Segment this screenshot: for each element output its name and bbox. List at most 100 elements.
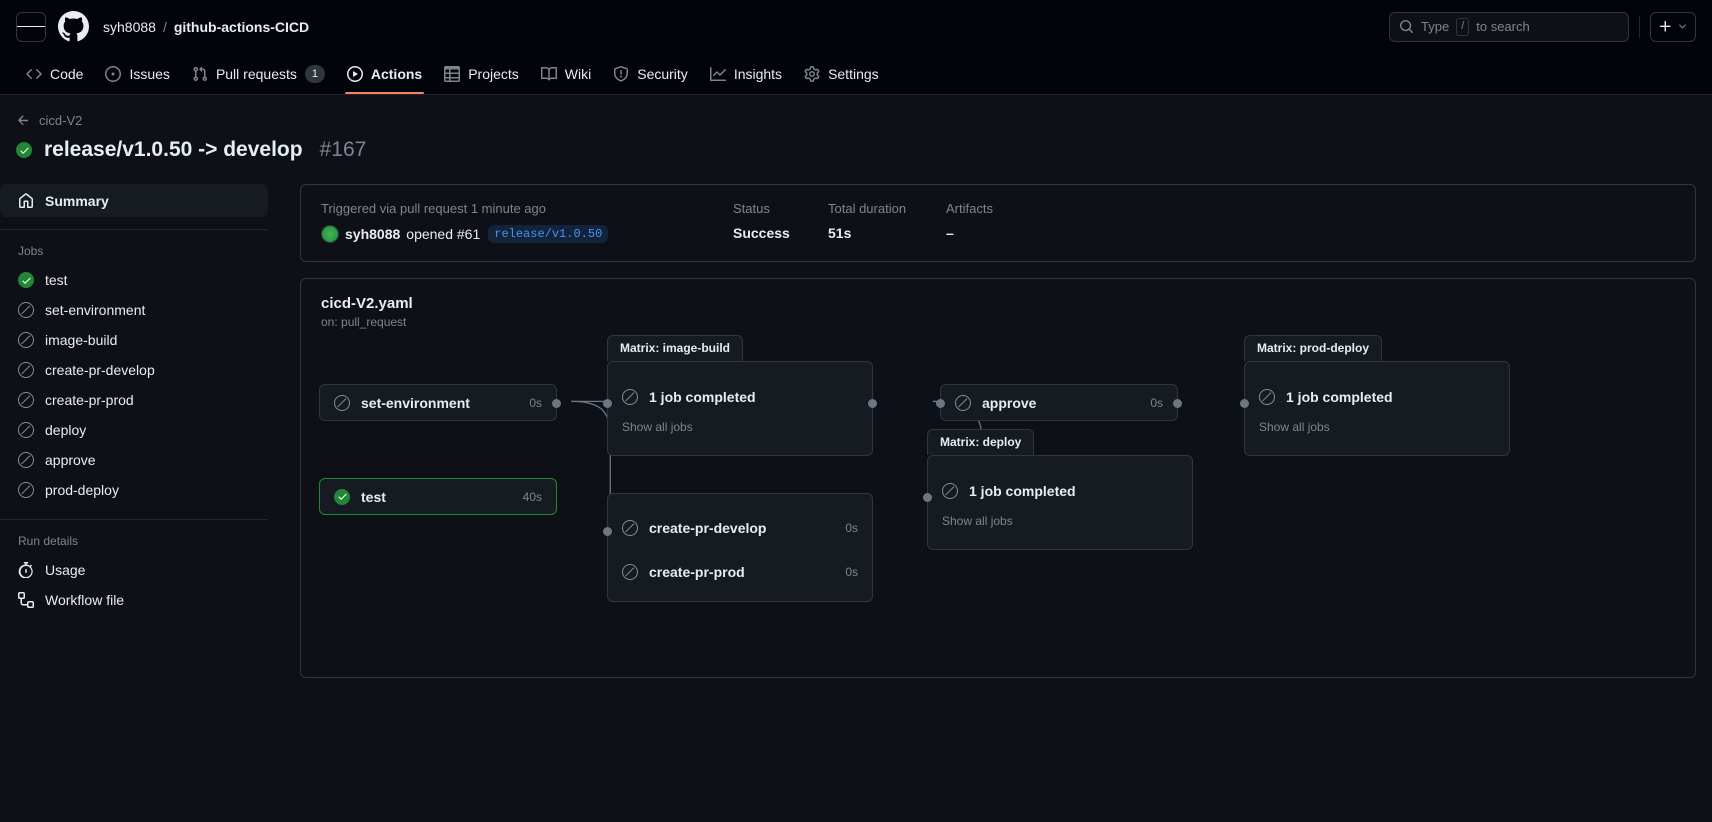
show-all-jobs-link[interactable]: Show all jobs [1245,420,1509,434]
search-input[interactable]: Type / to search [1389,11,1629,42]
hamburger-line [35,25,45,28]
sidebar-item-workflow-file[interactable]: Workflow file [0,585,280,615]
sidebar-item-usage[interactable]: Usage [0,555,280,585]
tab-pull-requests[interactable]: Pull requests 1 [182,53,335,94]
node-port-left [936,399,945,408]
sidebar-job-prod-deploy[interactable]: prod-deploy [0,475,280,505]
sidebar-job-label: set-environment [45,302,146,318]
matrix-summary-label: 1 job completed [649,389,756,405]
tab-issues[interactable]: Issues [95,53,179,94]
avatar[interactable] [321,225,339,243]
tab-security[interactable]: Security [603,53,698,94]
sidebar-job-create-pr-prod[interactable]: create-pr-prod [0,385,280,415]
show-all-jobs-link[interactable]: Show all jobs [608,420,872,434]
skipped-icon [1259,389,1275,405]
matrix-port-left [603,399,612,408]
workflow-graph-canvas: set-environment 0s test 40s Matrix: imag… [301,279,1695,677]
tab-code[interactable]: Code [16,53,93,94]
status-column: Status Success [733,201,828,243]
sidebar-job-label: create-pr-prod [45,392,134,408]
sidebar-divider [0,229,268,230]
sidebar-job-label: image-build [45,332,118,348]
node-duration: 0s [845,521,858,535]
node-duration: 0s [1150,395,1163,410]
sidebar-job-image-build[interactable]: image-build [0,325,280,355]
artifacts-column: Artifacts – [946,201,993,243]
page-title: release/v1.0.50 -> develop [44,138,303,161]
matrix-tab-label: Matrix: prod-deploy [1244,335,1383,361]
tab-wiki[interactable]: Wiki [531,53,601,94]
code-icon [26,68,42,79]
search-icon [1399,19,1414,34]
tab-settings[interactable]: Settings [794,53,889,94]
graph-matrix-deploy: Matrix: deploy 1 job completed Show all … [923,429,1193,550]
sidebar-job-test[interactable]: test [0,265,280,295]
duration-column: Total duration 51s [828,201,946,243]
actor-link[interactable]: syh8088 [345,226,400,242]
tab-projects[interactable]: Projects [434,53,529,94]
arrow-left-icon [18,115,29,125]
matrix-port-left [1240,399,1249,408]
run-summary-card: Triggered via pull request 1 minute ago … [300,184,1696,262]
create-new-button[interactable] [1650,11,1696,42]
sidebar-job-label: test [45,272,68,288]
graph-node-approve[interactable]: approve 0s [936,384,1182,421]
skipped-icon [18,302,34,318]
sidebar-job-set-environment[interactable]: set-environment [0,295,280,325]
breadcrumb-separator: / [162,18,167,35]
github-logo[interactable] [58,11,89,42]
tab-label: Insights [733,65,783,82]
issue-opened-icon [105,65,122,82]
matrix-port-right [868,399,877,408]
back-to-workflow-link[interactable]: cicd-V2 [16,113,1696,128]
plus-icon [1659,20,1671,32]
show-all-jobs-link[interactable]: Show all jobs [928,514,1192,528]
app-header: syh8088 / github-actions-CICD Type / to … [0,0,1712,53]
matrix-summary-label: 1 job completed [1286,389,1393,405]
repo-name-link[interactable]: github-actions-CICD [174,19,309,35]
breadcrumb: syh8088 / github-actions-CICD [103,19,309,35]
graph-node-set-environment[interactable]: set-environment 0s [319,384,561,421]
matrix-summary-row[interactable]: 1 job completed [928,474,1192,508]
graph-node-create-pr-develop[interactable]: create-pr-develop 0s [608,511,872,545]
trigger-label: Triggered via pull request 1 minute ago [321,201,546,216]
chevron-down-icon [1679,24,1686,29]
matrix-summary-row[interactable]: 1 job completed [608,380,872,414]
sidebar-job-label: prod-deploy [45,482,119,498]
matrix-port-left [923,493,932,502]
sidebar-job-deploy[interactable]: deploy [0,415,280,445]
branch-badge[interactable]: release/v1.0.50 [488,225,609,243]
header-divider [1639,15,1640,38]
matrix-summary-row[interactable]: 1 job completed [1245,380,1509,414]
graph-node-test[interactable]: test 40s [319,478,557,515]
tab-label: Projects [468,65,519,82]
graph-matrix-prod-deploy: Matrix: prod-deploy 1 job completed Show… [1240,335,1510,456]
search-slash-key: / [1456,17,1470,36]
graph-matrix-image-build: Matrix: image-build 1 job completed Show… [603,335,877,456]
header-actions: Type / to search [1389,11,1696,42]
tab-actions[interactable]: Actions [337,53,432,94]
sidebar-jobs-heading: Jobs [18,244,44,258]
sidebar-item-summary[interactable]: Summary [0,184,268,217]
tab-label: Code [50,65,84,82]
skipped-icon [18,482,34,498]
skipped-icon [955,394,971,411]
search-suffix: to search [1476,19,1530,34]
graph-icon [709,66,726,81]
skipped-icon [18,332,34,348]
skipped-icon [334,394,350,411]
repo-owner-link[interactable]: syh8088 [103,19,156,35]
stopwatch-icon [18,562,33,578]
hamburger-menu-button[interactable] [16,11,46,42]
tab-label: Security [637,65,688,82]
sidebar-divider [0,519,268,520]
tab-label: Issues [129,65,170,82]
node-label: create-pr-develop [649,520,767,536]
status-label: Status [733,201,770,216]
status-value: Success [733,225,790,241]
tab-insights[interactable]: Insights [700,53,792,94]
sidebar-job-approve[interactable]: approve [0,445,280,475]
graph-node-create-pr-prod[interactable]: create-pr-prod 0s [608,555,872,589]
artifacts-label: Artifacts [946,201,993,216]
sidebar-job-create-pr-develop[interactable]: create-pr-develop [0,355,280,385]
